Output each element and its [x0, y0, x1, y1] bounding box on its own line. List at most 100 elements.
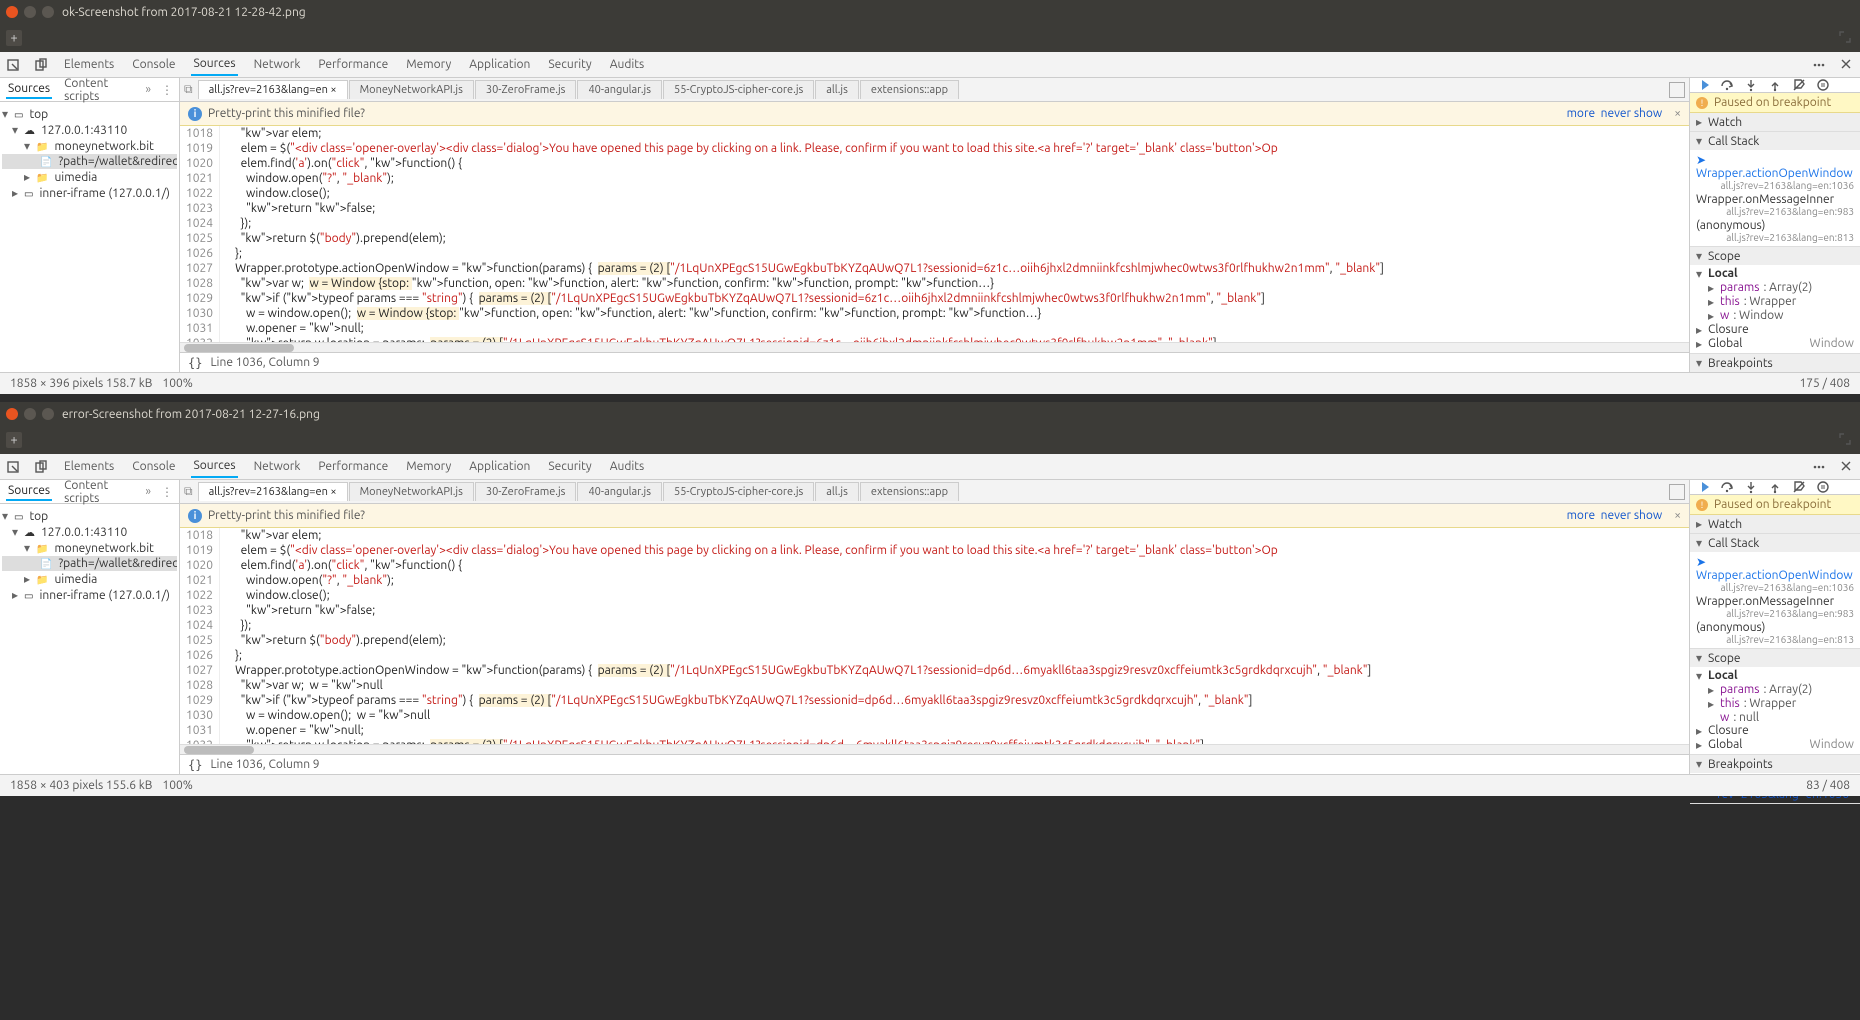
more-icon[interactable]: ⋮: [161, 485, 173, 499]
editor-more-icon[interactable]: [1669, 484, 1685, 500]
tree-item[interactable]: ▾127.0.0.1:43110: [2, 524, 177, 540]
callstack-frame[interactable]: ➤ Wrapper.actionOpenWindowall.js?rev=216…: [1694, 554, 1856, 594]
more-icon[interactable]: [1812, 58, 1826, 72]
fullscreen-icon[interactable]: [1838, 432, 1854, 448]
navigator-more-icon[interactable]: »: [145, 485, 151, 498]
scope-closure[interactable]: ▸Closure: [1694, 724, 1856, 738]
section-scope[interactable]: ▾Scope: [1690, 247, 1860, 265]
editor-tab[interactable]: all.js?rev=2163&lang=en ×: [198, 482, 348, 501]
tree-item[interactable]: ▾127.0.0.1:43110: [2, 122, 177, 138]
step-into-icon[interactable]: [1744, 480, 1758, 494]
infobar-never-show-link[interactable]: never show: [1601, 107, 1663, 120]
horizontal-scrollbar[interactable]: [180, 744, 1689, 754]
scope-global[interactable]: ▸GlobalWindow: [1694, 337, 1856, 351]
callstack-frame[interactable]: (anonymous)all.js?rev=2163&lang=en:813: [1694, 218, 1856, 244]
section-breakpoints[interactable]: ▾Breakpoints: [1690, 755, 1860, 773]
scope-var[interactable]: w: null: [1694, 711, 1856, 724]
more-icon[interactable]: ⋮: [161, 83, 173, 97]
window-maximize-button[interactable]: [42, 6, 54, 18]
scope-var[interactable]: ▸this: Wrapper: [1694, 697, 1856, 711]
step-over-icon[interactable]: [1720, 78, 1734, 92]
code-editor[interactable]: 1018101910201021102210231024102510261027…: [180, 528, 1689, 744]
inspect-element-icon[interactable]: [6, 460, 20, 474]
close-icon[interactable]: ×: [1674, 509, 1681, 522]
window-minimize-button[interactable]: [24, 408, 36, 420]
editor-tab[interactable]: all.js?rev=2163&lang=en ×: [198, 80, 348, 99]
resume-icon[interactable]: [1696, 78, 1710, 92]
step-out-icon[interactable]: [1768, 480, 1782, 494]
devtools-tab-application[interactable]: Application: [467, 54, 532, 75]
line-gutter[interactable]: 1018101910201021102210231024102510261027…: [180, 126, 220, 342]
inspect-element-icon[interactable]: [6, 58, 20, 72]
deact-icon[interactable]: [1792, 480, 1806, 494]
editor-tab[interactable]: 40-angular.js: [577, 80, 662, 99]
history-icon[interactable]: ⧉: [184, 83, 193, 97]
tree-item[interactable]: ▾top: [2, 508, 177, 524]
section-callstack[interactable]: ▾Call Stack: [1690, 132, 1860, 150]
devtools-tab-elements[interactable]: Elements: [62, 54, 116, 75]
devtools-tab-memory[interactable]: Memory: [404, 456, 453, 477]
editor-tab[interactable]: 30-ZeroFrame.js: [475, 80, 577, 99]
source-text[interactable]: "kw">var elem; elem = $("<div class='ope…: [220, 528, 1689, 744]
scope-closure[interactable]: ▸Closure: [1694, 323, 1856, 337]
devtools-tab-security[interactable]: Security: [546, 54, 593, 75]
scope-var[interactable]: ▸params: Array(2): [1694, 281, 1856, 295]
new-tab-button[interactable]: +: [6, 30, 22, 46]
navigator-tab-sources[interactable]: Sources: [6, 80, 52, 99]
devtools-tab-elements[interactable]: Elements: [62, 456, 116, 477]
editor-tab[interactable]: 40-angular.js: [577, 482, 662, 501]
resume-icon[interactable]: [1696, 480, 1710, 494]
devtools-close-icon[interactable]: [1840, 460, 1854, 474]
pause-exc-icon[interactable]: [1816, 480, 1830, 494]
scope-var[interactable]: ▸w: Window: [1694, 309, 1856, 323]
tree-item[interactable]: ▾moneynetwork.bit: [2, 138, 177, 154]
deact-icon[interactable]: [1792, 78, 1806, 92]
infobar-more-link[interactable]: more: [1567, 509, 1596, 522]
devtools-close-icon[interactable]: [1840, 58, 1854, 72]
device-toolbar-icon[interactable]: [34, 58, 48, 72]
navigator-tab-content-scripts[interactable]: Content scripts: [62, 78, 135, 105]
line-gutter[interactable]: 1018101910201021102210231024102510261027…: [180, 528, 220, 744]
pause-exc-icon[interactable]: [1816, 78, 1830, 92]
tree-item[interactable]: ▾top: [2, 106, 177, 122]
history-icon[interactable]: ⧉: [184, 485, 193, 499]
editor-more-icon[interactable]: [1669, 82, 1685, 98]
devtools-tab-network[interactable]: Network: [252, 54, 303, 75]
code-editor[interactable]: 1018101910201021102210231024102510261027…: [180, 126, 1689, 342]
devtools-tab-performance[interactable]: Performance: [316, 456, 390, 477]
scope-var[interactable]: ▸this: Wrapper: [1694, 295, 1856, 309]
scope-local[interactable]: ▾Local: [1694, 267, 1856, 281]
editor-tab[interactable]: all.js: [815, 80, 859, 99]
devtools-tab-sources[interactable]: Sources: [191, 455, 237, 478]
editor-tab[interactable]: 30-ZeroFrame.js: [475, 482, 577, 501]
devtools-tab-performance[interactable]: Performance: [316, 54, 390, 75]
devtools-tab-security[interactable]: Security: [546, 456, 593, 477]
infobar-never-show-link[interactable]: never show: [1601, 509, 1663, 522]
editor-tab[interactable]: 55-CryptoJS-cipher-core.js: [663, 482, 814, 501]
editor-tab[interactable]: MoneyNetworkAPI.js: [349, 482, 474, 501]
source-text[interactable]: "kw">var elem; elem = $("<div class='ope…: [220, 126, 1689, 342]
window-close-button[interactable]: [6, 408, 18, 420]
tree-item[interactable]: ?path=/wallet&redirect=/wa: [2, 154, 177, 169]
callstack-frame[interactable]: Wrapper.onMessageInnerall.js?rev=2163&la…: [1694, 594, 1856, 620]
devtools-tab-console[interactable]: Console: [130, 456, 177, 477]
tree-item[interactable]: ▸inner-iframe (127.0.0.1/): [2, 587, 177, 603]
tree-item[interactable]: ▾moneynetwork.bit: [2, 540, 177, 556]
more-icon[interactable]: [1812, 460, 1826, 474]
editor-tab[interactable]: all.js: [815, 482, 859, 501]
devtools-tab-console[interactable]: Console: [130, 54, 177, 75]
step-over-icon[interactable]: [1720, 480, 1734, 494]
editor-tab[interactable]: MoneyNetworkAPI.js: [349, 80, 474, 99]
navigator-more-icon[interactable]: »: [145, 83, 151, 96]
window-maximize-button[interactable]: [42, 408, 54, 420]
navigator-tab-content-scripts[interactable]: Content scripts: [62, 480, 135, 507]
section-watch[interactable]: ▸Watch: [1690, 515, 1860, 533]
step-into-icon[interactable]: [1744, 78, 1758, 92]
tree-item[interactable]: ▸uimedia: [2, 571, 177, 587]
step-out-icon[interactable]: [1768, 78, 1782, 92]
scope-local[interactable]: ▾Local: [1694, 669, 1856, 683]
tree-item[interactable]: ▸inner-iframe (127.0.0.1/): [2, 185, 177, 201]
callstack-frame[interactable]: ➤ Wrapper.actionOpenWindowall.js?rev=216…: [1694, 152, 1856, 192]
editor-tab[interactable]: extensions::app: [860, 80, 959, 99]
devtools-tab-application[interactable]: Application: [467, 456, 532, 477]
